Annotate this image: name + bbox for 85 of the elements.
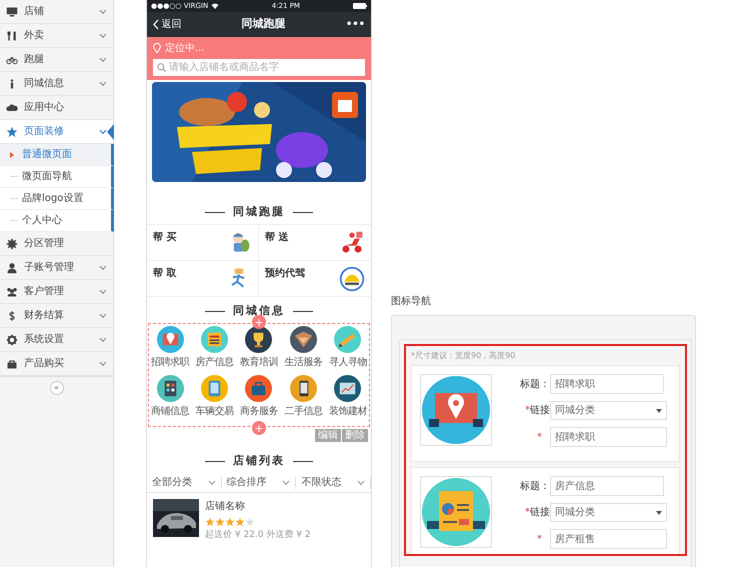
gear-icon: [6, 334, 18, 346]
sun-badge-icon: [339, 266, 365, 292]
link-text-input[interactable]: 招聘求职: [550, 427, 667, 447]
person-icon: [6, 262, 18, 274]
caret-down-icon: [656, 510, 662, 514]
caret-down-icon: [656, 408, 662, 412]
delivery-fee-text: 起送价 ¥ 22.0 外送费 ¥ 2: [205, 529, 311, 542]
filter-dropdown[interactable]: 全部分类: [147, 476, 222, 488]
sidebar-item[interactable]: 跑腿: [0, 48, 113, 72]
service-tile[interactable]: 帮 买: [147, 225, 259, 261]
star-icon: [245, 516, 255, 526]
sidebar-item[interactable]: 店铺: [0, 0, 113, 24]
chevron-down-icon: [357, 480, 366, 486]
collapse-button[interactable]: «: [50, 380, 64, 394]
section-title: 同城跑腿: [233, 204, 285, 220]
sidebar-item[interactable]: 页面装修: [0, 120, 113, 144]
link-text-input[interactable]: 房产租售: [550, 529, 667, 549]
battery-icon: [353, 3, 367, 9]
wifi-icon: [210, 3, 219, 9]
people-icon: [6, 286, 18, 298]
star-icon: [215, 516, 225, 526]
service-tile[interactable]: 帮 取: [147, 261, 259, 297]
sidebar-item[interactable]: 系统设置: [0, 328, 113, 352]
submenu-item[interactable]: 普通微页面: [0, 144, 114, 166]
category-label[interactable]: 生活服务: [284, 355, 322, 370]
search-field[interactable]: 请输入店铺名或商品名字: [153, 59, 365, 76]
newspaper-drawing: [421, 477, 491, 547]
title-input[interactable]: 房产信息: [550, 476, 664, 496]
category-label[interactable]: 车辆交易: [196, 404, 234, 419]
location-text: 定位中...: [165, 42, 205, 56]
gear-icon: [6, 238, 18, 250]
chevron-down-icon: [282, 480, 290, 486]
fork-knife-icon: [6, 30, 18, 42]
submenu-item[interactable]: 个人中心: [0, 210, 114, 232]
required-mark: *: [537, 532, 542, 546]
field-label: 链接: [530, 404, 550, 418]
submenu-item[interactable]: 微页面导航: [0, 166, 114, 188]
field-label: 标题：: [519, 480, 550, 494]
field-label: 链接: [530, 506, 550, 520]
size-hint: *尺寸建议：宽度90，高度90: [411, 350, 516, 362]
filter-dropdown[interactable]: 不限状态: [296, 476, 371, 488]
sidebar-item[interactable]: 财务结算: [0, 304, 113, 328]
required-mark: *: [525, 506, 530, 520]
search-icon: [157, 63, 166, 72]
sidebar-item[interactable]: 分区管理: [0, 232, 113, 256]
star-icon: [235, 516, 245, 526]
panel-title: 图标导航: [391, 294, 432, 309]
category-label[interactable]: 二手信息: [284, 404, 322, 419]
sidebar-item[interactable]: 客户管理: [0, 280, 113, 304]
category-label[interactable]: 寻人寻物: [328, 355, 367, 370]
category-label[interactable]: 教育培训: [240, 355, 278, 370]
link-select[interactable]: 同城分类: [550, 503, 667, 522]
sidebar-item[interactable]: 同城信息: [0, 72, 113, 96]
chevron-down-icon: [208, 480, 216, 486]
cloud-icon: [6, 102, 18, 114]
category-label[interactable]: 装饰建材: [328, 404, 367, 419]
category-label[interactable]: 商务服务: [240, 404, 278, 419]
store-name[interactable]: 店铺名称: [205, 499, 311, 514]
field-label: 标题：: [519, 378, 550, 392]
service-tile[interactable]: 帮 送: [259, 225, 371, 261]
shopping-bag-icon: [6, 358, 18, 370]
required-mark: *: [525, 404, 530, 418]
required-mark: *: [537, 430, 542, 444]
monitor-icon: [6, 6, 18, 18]
star-icon: [205, 516, 215, 526]
star-icon: [225, 516, 235, 526]
chevron-left-icon: [153, 19, 159, 30]
category-label[interactable]: 商铺信息: [151, 404, 190, 419]
star-icon: [6, 126, 18, 138]
page-title: 同城跑腿: [242, 16, 286, 32]
service-tile[interactable]: 预约代驾: [259, 261, 371, 297]
map-drawing: [421, 375, 491, 445]
sidebar-item[interactable]: 产品购买: [0, 352, 113, 376]
submenu-item[interactable]: 品牌logo设置: [0, 188, 114, 210]
map-pin-icon: [153, 43, 161, 53]
more-button[interactable]: •••: [346, 17, 365, 32]
link-select[interactable]: 同城分类: [550, 401, 667, 420]
back-link[interactable]: 返回: [153, 17, 182, 32]
sidebar-item[interactable]: 外卖: [0, 24, 113, 48]
title-input[interactable]: 招聘求职: [550, 374, 664, 394]
section-title: 店铺列表: [233, 452, 285, 469]
sidebar-item[interactable]: 子账号管理: [0, 256, 113, 280]
filter-dropdown[interactable]: 综合排序: [222, 476, 296, 488]
category-label[interactable]: 招聘求职: [151, 355, 190, 370]
category-label[interactable]: 房产信息: [196, 355, 234, 370]
